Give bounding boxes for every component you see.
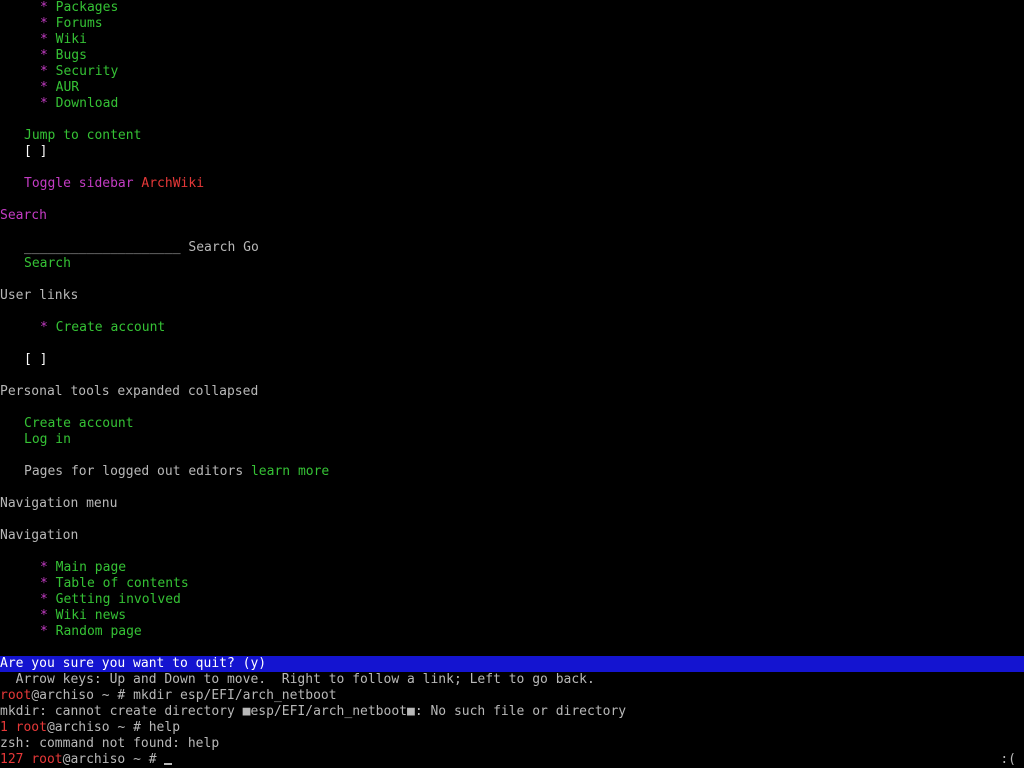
- search-heading: Search: [0, 208, 47, 223]
- bullet: *: [40, 560, 48, 575]
- bullet: *: [40, 96, 48, 111]
- link-security[interactable]: Security: [56, 64, 119, 79]
- nav-random-page[interactable]: * Random page: [40, 624, 142, 640]
- prompt-user: root: [15, 720, 47, 735]
- search-form: ____________________ Search Go: [24, 240, 259, 256]
- logged-out-editors-row: Pages for logged out editors learn more: [24, 464, 329, 480]
- nav-item-forums[interactable]: * Forums: [40, 16, 103, 32]
- learn-more-link[interactable]: learn more: [251, 464, 329, 479]
- link-packages[interactable]: Packages: [56, 0, 119, 15]
- nav-getting-involved[interactable]: * Getting involved: [40, 592, 181, 608]
- link-wiki[interactable]: Wiki: [56, 32, 87, 47]
- prompt-host: @archiso: [62, 752, 126, 767]
- sidebar-checkbox[interactable]: [ ]: [24, 144, 47, 160]
- shell-line-3[interactable]: 127 root@archiso ~ #: [0, 752, 173, 768]
- toggle-sidebar-link[interactable]: Toggle sidebar: [24, 176, 134, 191]
- prompt-user: root: [31, 752, 63, 767]
- terminal-screen: * Packages * Forums * Wiki * Bugs * Secu…: [0, 0, 1024, 768]
- exit-code: 1: [0, 720, 8, 735]
- prompt-suffix: ~ #: [93, 688, 134, 703]
- search-link[interactable]: Search: [24, 256, 71, 272]
- prompt-user: root: [0, 688, 32, 703]
- personal-tools-heading: Personal tools expanded collapsed: [0, 384, 259, 399]
- shell-error-2: zsh: command not found: help: [0, 736, 220, 751]
- user-links-heading: User links: [0, 288, 79, 303]
- quit-prompt: Are you sure you want to quit? (y): [0, 656, 267, 671]
- bullet: *: [40, 64, 48, 79]
- prompt-suffix: ~ #: [109, 720, 149, 735]
- nav-item-bugs[interactable]: * Bugs: [40, 48, 87, 64]
- shell-line-1: root@archiso ~ # mkdir esp/EFI/arch_netb…: [0, 688, 337, 704]
- link-bugs[interactable]: Bugs: [56, 48, 87, 63]
- bullet: *: [40, 80, 48, 95]
- link-random-page[interactable]: Random page: [56, 624, 142, 639]
- bullet: *: [40, 48, 48, 63]
- search-input[interactable]: ____________________: [24, 240, 181, 255]
- link-aur[interactable]: AUR: [56, 80, 79, 95]
- bullet: *: [40, 32, 48, 47]
- link-getting-involved[interactable]: Getting involved: [56, 592, 181, 607]
- bullet: *: [40, 608, 48, 623]
- navigation-heading: Navigation: [0, 528, 79, 543]
- bullet: *: [40, 0, 48, 15]
- command-text: mkdir esp/EFI/arch_netboot: [133, 688, 337, 703]
- bullet: *: [40, 16, 48, 31]
- link-forums[interactable]: Forums: [56, 16, 103, 31]
- bullet: *: [40, 576, 48, 591]
- nav-main-page[interactable]: * Main page: [40, 560, 126, 576]
- right-prompt-indicator: :(: [1000, 752, 1016, 767]
- nav-item-wiki[interactable]: * Wiki: [40, 32, 87, 48]
- create-account-link[interactable]: Create account: [56, 320, 166, 335]
- go-button[interactable]: Go: [243, 240, 259, 255]
- toggle-sidebar-row: Toggle sidebar ArchWiki: [24, 176, 204, 192]
- nav-item-aur[interactable]: * AUR: [40, 80, 79, 96]
- link-main-page[interactable]: Main page: [56, 560, 126, 575]
- link-download[interactable]: Download: [56, 96, 119, 111]
- bullet: *: [40, 320, 48, 335]
- user-link-create-account[interactable]: * Create account: [40, 320, 165, 336]
- nav-item-security[interactable]: * Security: [40, 64, 118, 80]
- prompt-suffix: ~ #: [125, 752, 165, 767]
- help-line: Arrow keys: Up and Down to move. Right t…: [0, 672, 595, 687]
- shell-line-2: 1 root@archiso ~ # help: [0, 720, 180, 736]
- personal-tools-checkbox[interactable]: [ ]: [24, 352, 47, 368]
- link-table-of-contents[interactable]: Table of contents: [56, 576, 189, 591]
- create-account-link-2[interactable]: Create account: [24, 416, 134, 432]
- link-wiki-news[interactable]: Wiki news: [56, 608, 126, 623]
- cursor: [164, 763, 173, 765]
- shell-error-1: mkdir: cannot create directory ■esp/EFI/…: [0, 704, 627, 719]
- navigation-menu-heading: Navigation menu: [0, 496, 118, 511]
- log-in-link[interactable]: Log in: [24, 432, 71, 448]
- bullet: *: [40, 592, 48, 607]
- search-button[interactable]: Search: [188, 240, 235, 255]
- archwiki-link[interactable]: ArchWiki: [141, 176, 204, 191]
- jump-to-content-link[interactable]: Jump to content: [24, 128, 141, 144]
- prompt-host: @archiso: [46, 720, 110, 735]
- exit-code: 127: [0, 752, 24, 767]
- nav-item-packages[interactable]: * Packages: [40, 0, 118, 16]
- logged-out-editors-text: Pages for logged out editors: [24, 464, 244, 479]
- command-text: help: [148, 720, 181, 735]
- nav-table-of-contents[interactable]: * Table of contents: [40, 576, 189, 592]
- nav-wiki-news[interactable]: * Wiki news: [40, 608, 126, 624]
- nav-item-download[interactable]: * Download: [40, 96, 118, 112]
- prompt-host: @archiso: [31, 688, 94, 703]
- bullet: *: [40, 624, 48, 639]
